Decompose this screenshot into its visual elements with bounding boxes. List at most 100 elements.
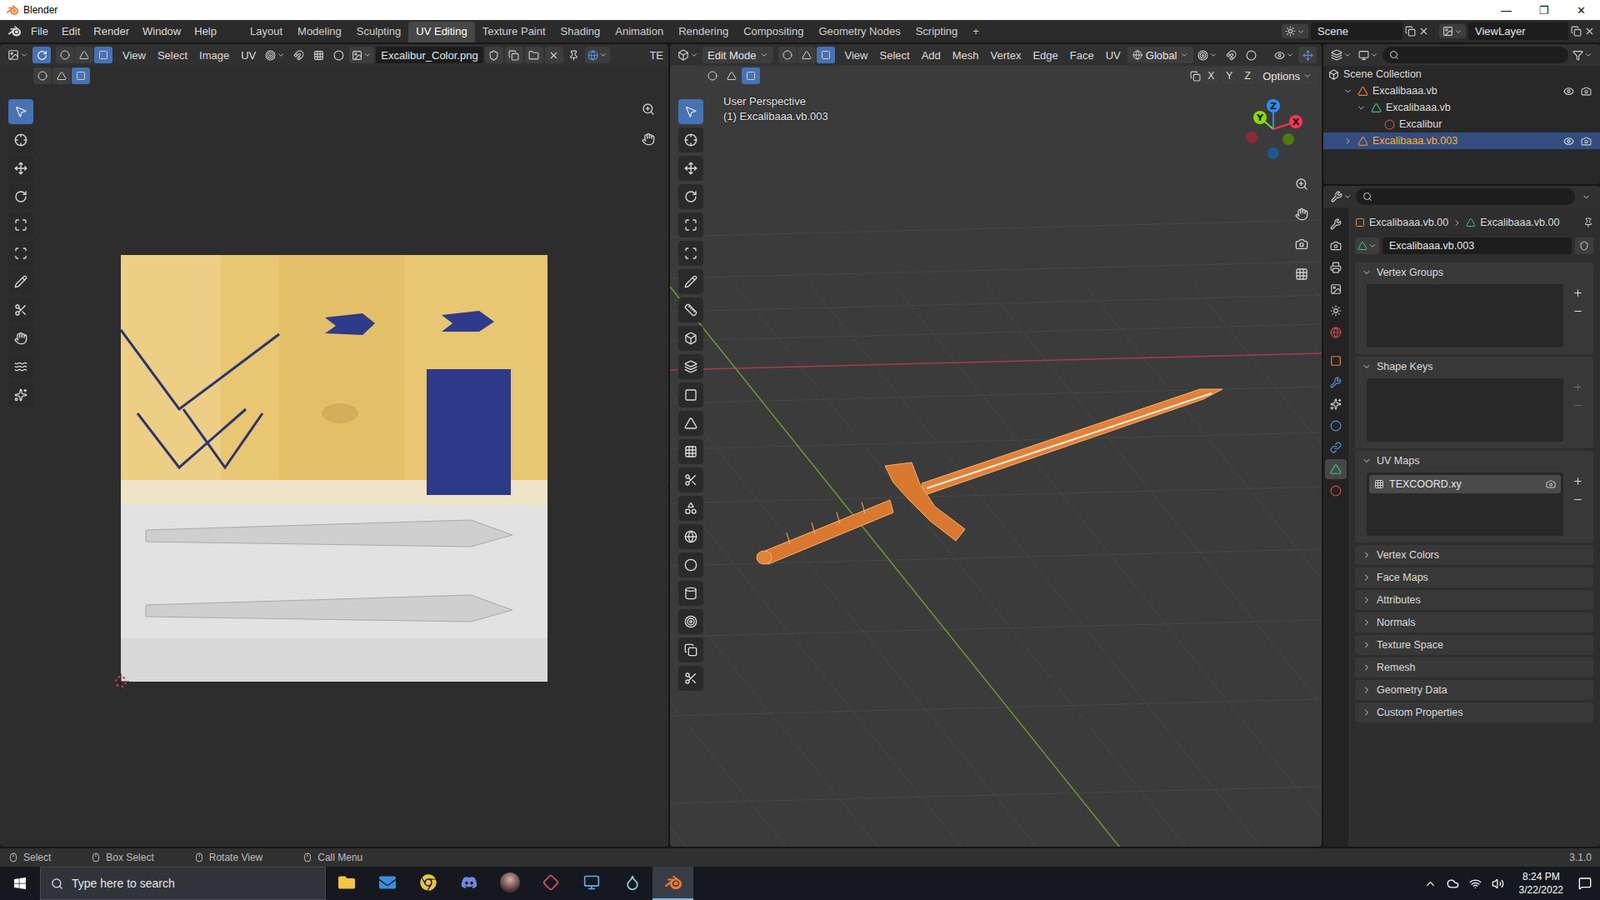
zoom-button[interactable] <box>1290 172 1314 196</box>
pin-icon[interactable] <box>1583 217 1594 228</box>
panel-header[interactable]: Normals <box>1355 612 1594 633</box>
workspace-tab[interactable]: Modeling <box>290 21 350 43</box>
view-layer-tab[interactable] <box>1325 279 1347 300</box>
face-select-mode-button[interactable] <box>71 67 90 85</box>
editor-type-button[interactable] <box>1328 46 1355 64</box>
panel-list[interactable]: TEXCOORD.xy <box>1366 472 1564 536</box>
vertex-select-mode-button[interactable] <box>778 46 797 64</box>
measure-tool-button[interactable] <box>678 297 704 323</box>
explorer-taskbar-app[interactable] <box>325 866 367 900</box>
panel-header[interactable]: Geometry Data <box>1355 680 1594 700</box>
render-tab[interactable] <box>1325 235 1347 256</box>
list-item[interactable]: TEXCOORD.xy <box>1369 475 1561 494</box>
rotate-tool-button[interactable] <box>678 184 704 210</box>
add-button[interactable] <box>1568 284 1587 301</box>
grab-tool-button[interactable] <box>8 325 34 351</box>
spin-tool-button[interactable] <box>678 524 704 550</box>
workspace-tab[interactable]: Scripting <box>908 21 966 43</box>
output-tab[interactable] <box>1325 257 1347 278</box>
image-browse-button[interactable] <box>349 46 375 64</box>
window-control-button[interactable]: ✕ <box>1562 0 1600 20</box>
vertex-select-mode-button[interactable] <box>703 67 722 85</box>
navigation-gizmo-icon[interactable]: XYZ <box>1231 87 1315 171</box>
loop-cut-tool-button[interactable] <box>678 439 704 465</box>
face-select-mode-button[interactable] <box>741 67 760 85</box>
image-name-field[interactable]: Excalibur_Color.png <box>375 46 483 64</box>
window-control-button[interactable]: ❐ <box>1525 0 1563 20</box>
object-tab[interactable] <box>1325 350 1347 371</box>
uv-menu-item[interactable]: Image <box>194 47 235 64</box>
scale-tool-button[interactable] <box>8 212 34 238</box>
overlays-button[interactable] <box>585 46 610 64</box>
window-control-button[interactable]: — <box>1487 0 1525 20</box>
scene-browse-button[interactable] <box>1281 24 1309 39</box>
outliner-row[interactable]: Excalibur <box>1323 115 1600 133</box>
uv-menu-item[interactable]: Select <box>152 47 193 64</box>
editor-type-button[interactable] <box>5 46 31 64</box>
uv-canvas[interactable] <box>0 85 669 847</box>
cut-header-label[interactable]: TE <box>649 49 664 62</box>
panel-list[interactable] <box>1366 378 1564 442</box>
mesh-name-field[interactable]: Excalibaaa.vb.003 <box>1382 237 1572 255</box>
add-cube-tool-button[interactable] <box>678 325 704 351</box>
discord-taskbar-app[interactable] <box>448 866 490 900</box>
camera-view-button[interactable] <box>1290 232 1314 256</box>
editor-type-button[interactable] <box>675 46 701 64</box>
data-tab[interactable] <box>1325 459 1347 480</box>
terminal-taskbar-app[interactable] <box>570 866 612 900</box>
properties-search-field[interactable] <box>1355 188 1575 205</box>
main-menu-item[interactable]: Edit <box>55 22 86 40</box>
viewport-menu-item[interactable]: Add <box>916 47 946 64</box>
new-scene-icon[interactable] <box>1405 25 1416 37</box>
outliner-row[interactable]: Excalibaaa.vb <box>1323 82 1600 100</box>
delete-view-layer-icon[interactable] <box>1584 25 1595 37</box>
vertex-select-mode-button[interactable] <box>33 67 52 85</box>
panel-header[interactable]: Face Maps <box>1355 567 1594 588</box>
knife-tool-button[interactable] <box>678 467 704 493</box>
game-taskbar-app[interactable] <box>530 866 571 900</box>
add-button[interactable] <box>1568 472 1587 490</box>
onedrive-icon[interactable] <box>1446 877 1460 890</box>
main-menu-item[interactable]: File <box>25 22 55 40</box>
remove-button[interactable] <box>1568 490 1587 508</box>
blender-taskbar-app[interactable] <box>652 866 694 900</box>
outliner-search-field[interactable] <box>1382 46 1569 64</box>
workspace-tab[interactable]: Sculpting <box>349 21 409 43</box>
main-menu-item[interactable]: Render <box>87 22 135 40</box>
annotate-tool-button[interactable] <box>678 269 704 295</box>
move-tool-button[interactable] <box>8 155 34 181</box>
rotate-tool-button[interactable] <box>8 184 34 210</box>
pivot-button[interactable] <box>262 46 288 64</box>
select-tool-button[interactable] <box>678 99 704 125</box>
render-camera-icon[interactable] <box>1580 85 1592 97</box>
options-button[interactable] <box>1576 188 1595 205</box>
expand-slot[interactable] <box>1341 86 1354 96</box>
sword-mesh[interactable] <box>756 389 1223 565</box>
material-tab[interactable] <box>1325 480 1347 501</box>
particles-tab[interactable] <box>1325 394 1347 415</box>
main-menu-item[interactable]: Window <box>136 22 187 40</box>
transform-tool-button[interactable] <box>678 240 704 266</box>
panel-header[interactable]: Shape Keys <box>1355 356 1594 377</box>
mode-dropdown[interactable]: Edit Mode <box>702 46 774 64</box>
workspace-tab[interactable]: Layout <box>242 21 290 43</box>
main-menu-item[interactable]: Help <box>188 22 223 40</box>
pan-button[interactable] <box>1290 202 1314 226</box>
unlink-image-button[interactable] <box>545 46 564 64</box>
expand-slot[interactable] <box>1341 136 1354 146</box>
visibility-eye-icon[interactable] <box>1563 85 1575 97</box>
proportional-edit-toggle[interactable] <box>329 46 348 64</box>
shear-tool-button[interactable] <box>678 637 704 663</box>
edge-slide-tool-button[interactable] <box>678 580 704 606</box>
cursor-tool-button[interactable] <box>678 127 704 153</box>
notepad-taskbar-app[interactable] <box>611 866 653 900</box>
notifications-icon[interactable] <box>1578 876 1592 890</box>
mirror-axis-toggle[interactable]: Z <box>1239 67 1256 85</box>
edge-select-mode-button[interactable] <box>797 46 816 64</box>
expand-slot[interactable] <box>1355 103 1367 113</box>
uv-sync-selection-toggle[interactable] <box>32 46 51 64</box>
viewport-menu-item[interactable]: Edge <box>1027 47 1063 64</box>
delete-scene-icon[interactable] <box>1418 25 1430 37</box>
mirror-axis-toggle[interactable]: X <box>1202 67 1220 85</box>
workspace-tab[interactable]: Compositing <box>735 21 811 43</box>
